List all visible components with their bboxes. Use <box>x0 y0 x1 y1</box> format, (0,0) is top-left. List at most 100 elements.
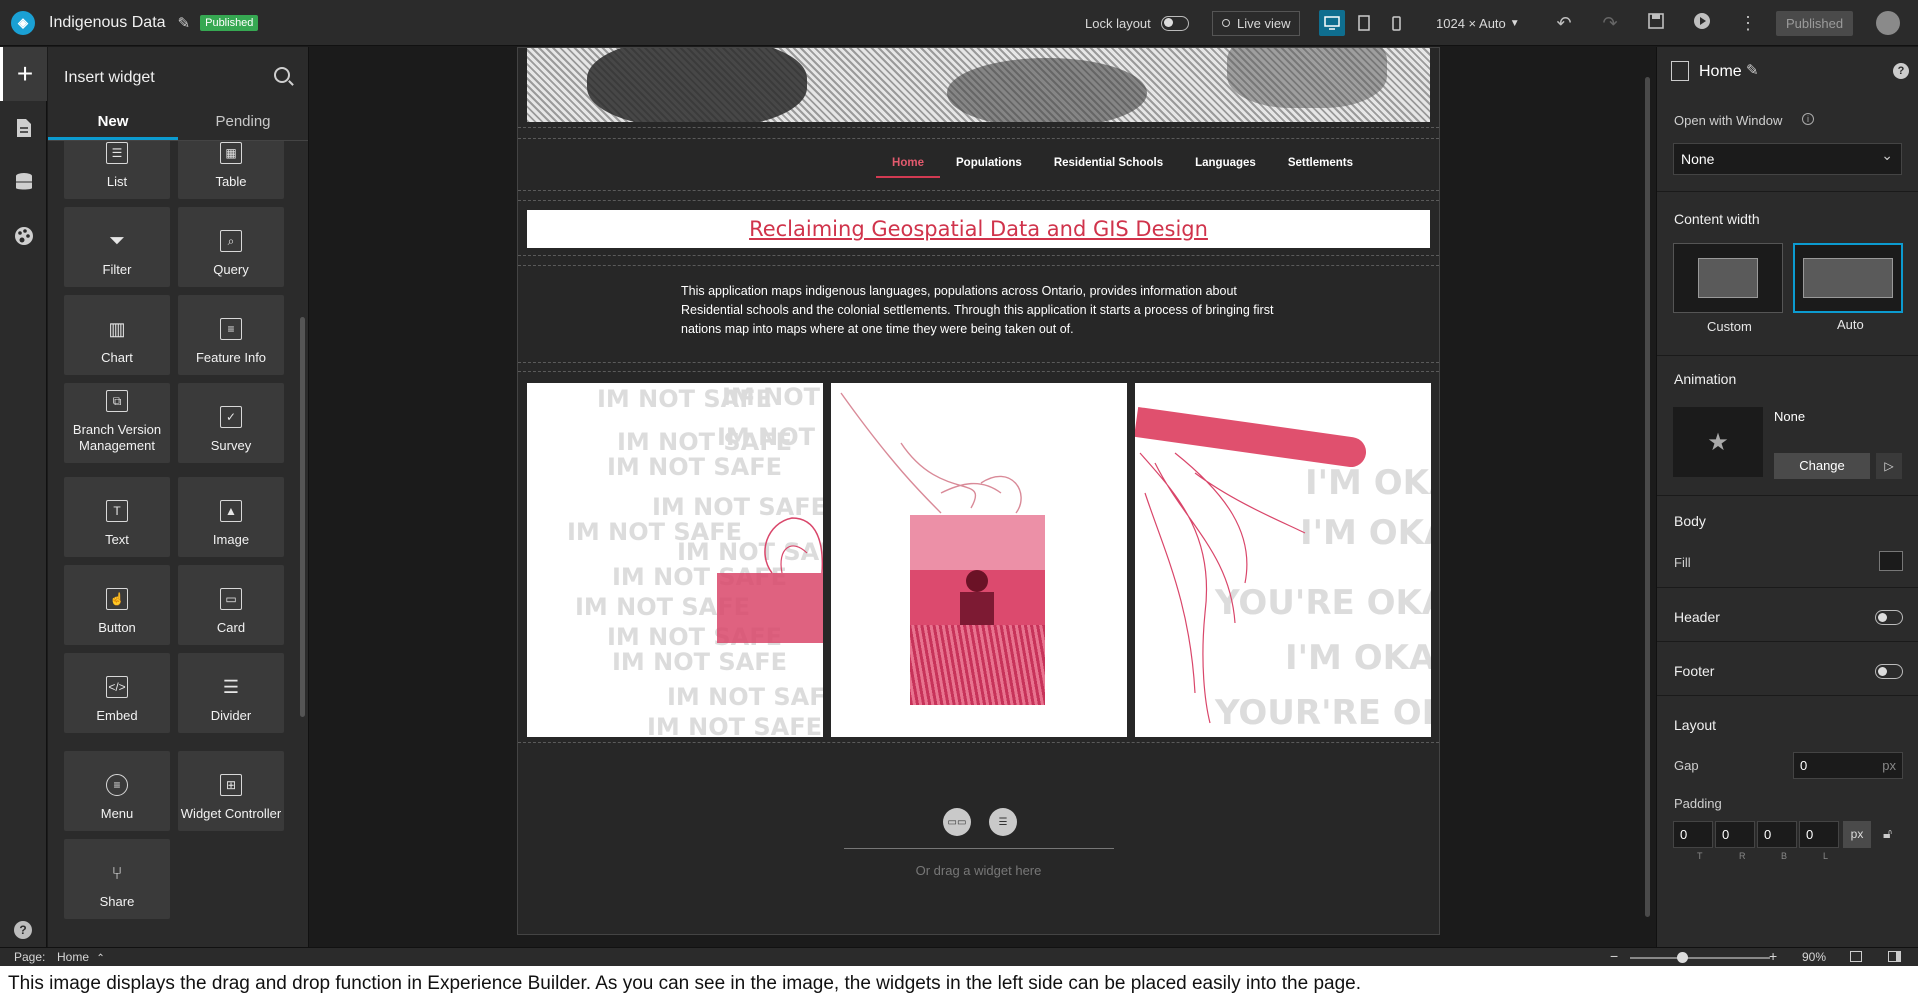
gap-input[interactable]: 0 px <box>1793 752 1903 779</box>
footer-label: Footer <box>1674 663 1715 679</box>
widget-menu[interactable]: ≡ Menu <box>64 751 170 831</box>
widget-label: Menu <box>100 806 134 821</box>
help-icon[interactable]: ? <box>14 921 32 939</box>
padding-bottom-input[interactable]: 0 <box>1757 821 1797 848</box>
rename-page-pencil-icon[interactable]: ✎ <box>1746 61 1759 79</box>
widget-embed[interactable]: </> Embed <box>64 653 170 733</box>
nav-item-populations[interactable]: Populations <box>940 145 1038 181</box>
padding-top-input[interactable]: 0 <box>1673 821 1713 848</box>
preview-play-icon[interactable] <box>1686 12 1718 35</box>
widget-share[interactable]: ⑂ Share <box>64 839 170 919</box>
live-view-button[interactable]: Live view <box>1212 10 1301 36</box>
header-toggle[interactable] <box>1875 610 1903 625</box>
widget-panel-scrollbar[interactable] <box>300 317 305 717</box>
widget-table[interactable]: ▦ Table <box>178 141 284 199</box>
padding-unit: px <box>1850 827 1864 841</box>
insert-widget-plus-icon[interactable]: + <box>0 47 47 101</box>
watermark-text: I'M OKAY <box>1305 463 1431 503</box>
change-animation-button[interactable]: Change <box>1774 453 1870 479</box>
description-text[interactable]: This application maps indigenous languag… <box>681 282 1281 339</box>
widget-label: Card <box>216 620 246 635</box>
nav-item-languages[interactable]: Languages <box>1179 145 1272 181</box>
nav-item-home[interactable]: Home <box>876 145 940 181</box>
edit-title-pencil-icon[interactable]: ✎ <box>178 14 191 32</box>
content-width-auto-option[interactable] <box>1793 243 1903 313</box>
zoom-out-icon[interactable]: − <box>1610 948 1618 964</box>
search-icon[interactable] <box>274 67 290 83</box>
widget-label: Branch Version Management <box>72 422 162 453</box>
screen-size-dropdown[interactable]: 1024 × Auto ▼ <box>1436 0 1520 46</box>
image-card-im-not-safe[interactable]: IM NOT SAFE IM NOT SAFE IM NOT SAFE IM N… <box>527 383 823 737</box>
widget-button[interactable]: ☝ Button <box>64 565 170 645</box>
page-canvas[interactable]: Home Populations Residential Schools Lan… <box>517 47 1440 935</box>
widget-list[interactable]: ☰ List <box>64 141 170 199</box>
page-title-widget[interactable]: Reclaiming Geospatial Data and GIS Desig… <box>527 210 1430 248</box>
lock-layout-control[interactable]: Lock layout <box>1085 0 1189 46</box>
header-hero-image[interactable] <box>527 48 1430 122</box>
publish-button[interactable]: Published <box>1776 10 1854 36</box>
padding-right-input[interactable]: 0 <box>1715 821 1755 848</box>
unlock-padding-icon[interactable]: 🔓︎ <box>1883 825 1892 842</box>
widget-panel-tabs: New Pending <box>48 103 308 141</box>
desktop-device-icon[interactable] <box>1319 10 1345 36</box>
widget-text[interactable]: T Text <box>64 477 170 557</box>
widget-image[interactable]: ▲ Image <box>178 477 284 557</box>
widget-chart[interactable]: ▥ Chart <box>64 295 170 375</box>
help-icon[interactable]: ? <box>1893 63 1909 79</box>
more-options-icon[interactable]: ⋮ <box>1732 13 1764 34</box>
padding-unit-selector[interactable]: px <box>1843 821 1871 848</box>
padding-left-input[interactable]: 0 <box>1799 821 1839 848</box>
zoom-in-icon[interactable]: + <box>1769 948 1777 964</box>
mobile-device-icon[interactable] <box>1383 10 1409 36</box>
nav-item-settlements[interactable]: Settlements <box>1272 145 1369 181</box>
widget-branch-version-management[interactable]: ⧉ Branch Version Management <box>64 383 170 463</box>
image-card-woman-in-field[interactable] <box>831 383 1127 737</box>
lock-layout-label: Lock layout <box>1085 15 1151 31</box>
widget-query[interactable]: ⌕ Query <box>178 207 284 287</box>
experience-builder-logo-icon[interactable]: ◈ <box>11 10 35 35</box>
page-selector[interactable]: Home ⌃ <box>57 950 105 964</box>
widget-filter[interactable]: ⏷ Filter <box>64 207 170 287</box>
redo-icon[interactable]: ↷ <box>1594 13 1626 34</box>
canvas-scrollbar[interactable] <box>1645 77 1650 917</box>
section-divider <box>518 362 1439 363</box>
widget-card[interactable]: ▭ Card <box>178 565 284 645</box>
toggle-panel-icon[interactable] <box>1888 951 1901 962</box>
fill-color-swatch[interactable] <box>1879 551 1903 571</box>
play-animation-icon[interactable]: ▷ <box>1876 453 1902 479</box>
lock-layout-toggle[interactable] <box>1160 15 1189 31</box>
save-icon[interactable] <box>1640 12 1672 34</box>
widget-label: Survey <box>210 438 252 453</box>
widget-feature-info[interactable]: ≡ Feature Info <box>178 295 284 375</box>
nav-item-residential-schools[interactable]: Residential Schools <box>1038 145 1179 181</box>
pages-icon[interactable] <box>0 101 47 155</box>
theme-palette-icon[interactable] <box>0 209 47 263</box>
data-database-icon[interactable] <box>0 155 47 209</box>
watermark-text: IM NOT SAFE <box>612 648 788 676</box>
widget-widget-controller[interactable]: ⊞ Widget Controller <box>178 751 284 831</box>
embed-icon: </> <box>106 676 128 698</box>
add-row-layout-icon[interactable]: ☰ <box>989 808 1017 836</box>
user-avatar[interactable] <box>1876 11 1900 35</box>
add-column-layout-icon[interactable]: ▭▭ <box>943 808 971 836</box>
zoom-slider[interactable] <box>1630 957 1770 959</box>
undo-icon[interactable]: ↶ <box>1548 13 1580 34</box>
status-bar: Page: Home ⌃ − + 90% <box>0 947 1918 966</box>
image-card-im-okay[interactable]: I'M OKAY I'M OKAY YOU'RE OKAY I'M OKAY Y… <box>1135 383 1431 737</box>
open-with-window-select[interactable]: None <box>1673 140 1902 175</box>
tablet-device-icon[interactable] <box>1351 10 1377 36</box>
widget-drop-zone[interactable]: ▭▭ ☰ Or drag a widget here <box>518 748 1439 935</box>
widget-divider[interactable]: ☰ Divider <box>178 653 284 733</box>
tab-pending[interactable]: Pending <box>178 103 308 140</box>
footer-toggle[interactable] <box>1875 664 1903 679</box>
content-width-custom-option[interactable] <box>1673 243 1783 313</box>
info-icon[interactable]: i <box>1802 113 1814 125</box>
change-button-label: Change <box>1799 458 1845 473</box>
open-with-window-label: Open with Window <box>1674 113 1783 128</box>
tab-new[interactable]: New <box>48 103 178 140</box>
app-title: Indigenous Data <box>49 13 166 31</box>
widget-survey[interactable]: ✓ Survey <box>178 383 284 463</box>
zoom-slider-handle[interactable] <box>1677 952 1688 963</box>
drop-zone-divider <box>844 848 1114 849</box>
fit-to-screen-icon[interactable] <box>1850 951 1862 962</box>
